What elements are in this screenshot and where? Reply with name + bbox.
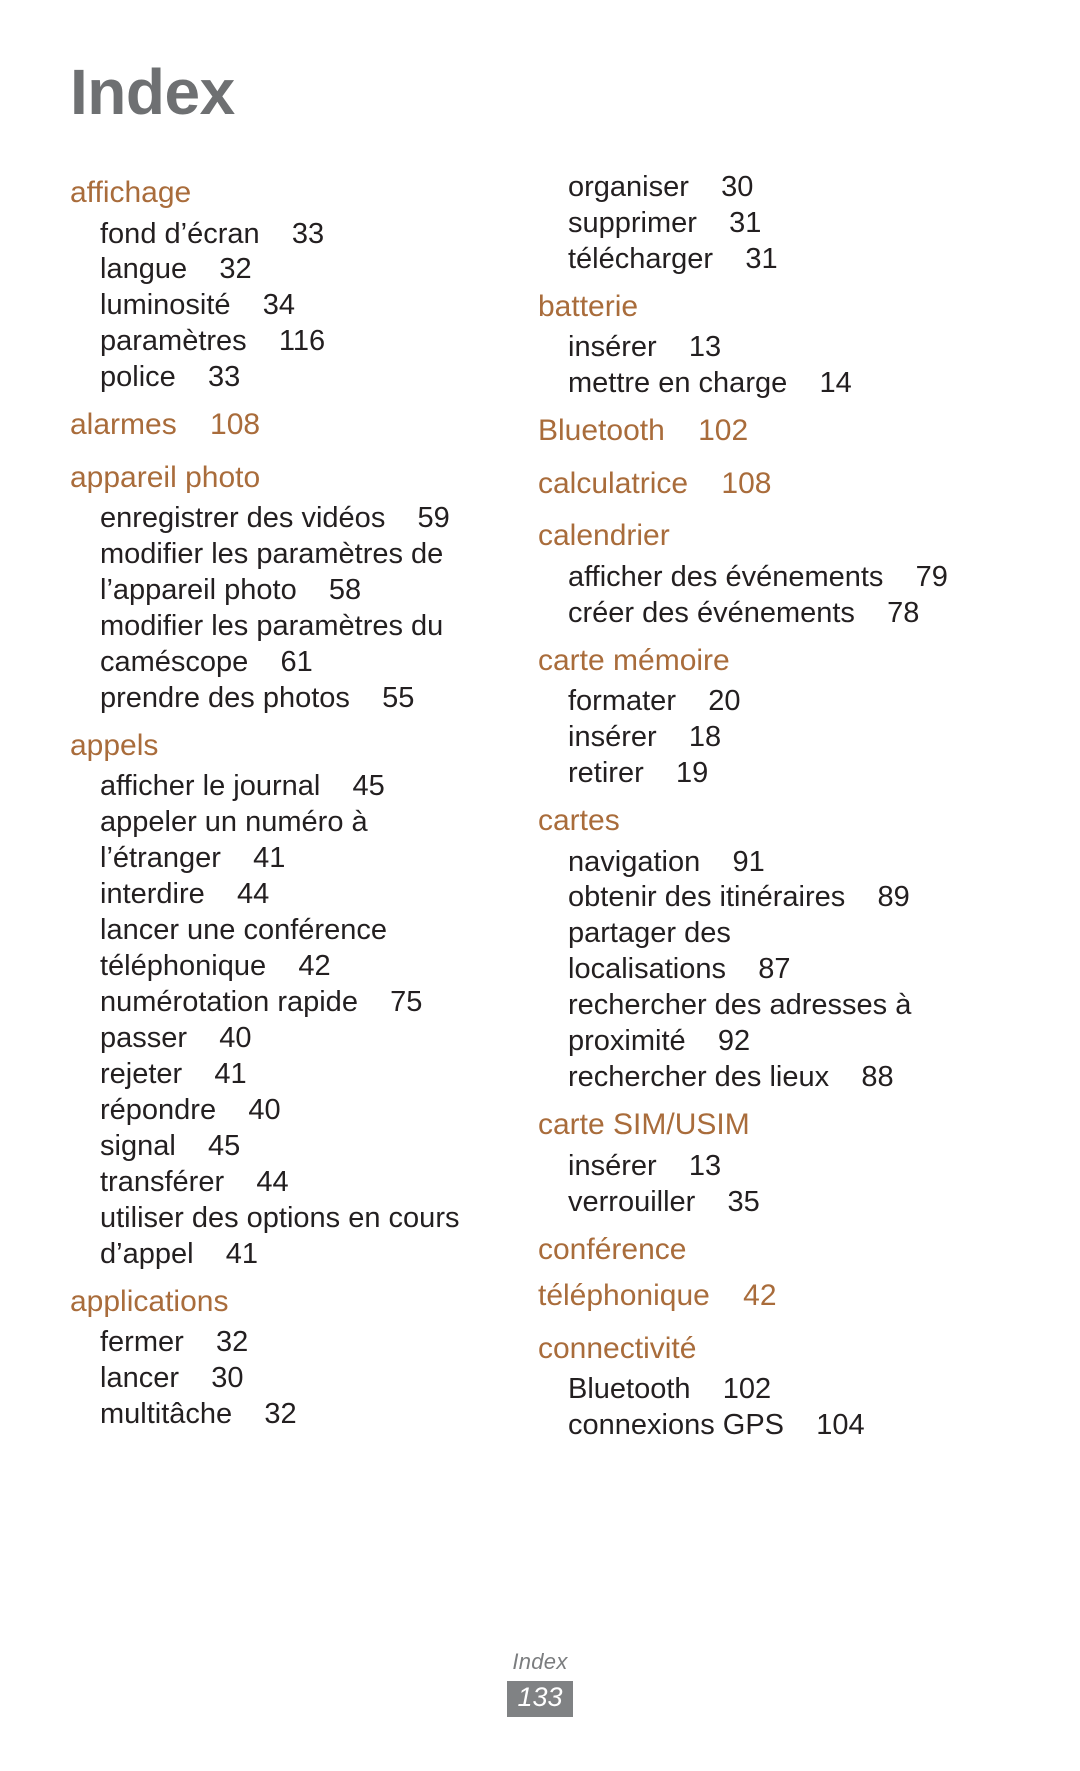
index-heading[interactable]: carte mémoire <box>538 638 978 685</box>
index-group: alarmes 108 <box>70 402 510 449</box>
index-group: organiser 30 supprimer 31 télécharger 31 <box>538 170 978 278</box>
index-group: carte SIM/USIM insérer 13 verrouiller 35 <box>538 1102 978 1220</box>
index-heading[interactable]: Bluetooth 102 <box>538 408 978 455</box>
index-entry[interactable]: partager des localisations 87 <box>538 916 978 988</box>
index-entry[interactable]: insérer 18 <box>538 720 978 756</box>
index-entry[interactable]: verrouiller 35 <box>538 1185 978 1221</box>
index-entry[interactable]: mettre en charge 14 <box>538 366 978 402</box>
page-title: Index <box>70 56 235 128</box>
index-column-right: organiser 30 supprimer 31 télécharger 31 ba… <box>538 170 978 1446</box>
index-heading[interactable]: carte SIM/USIM <box>538 1102 978 1149</box>
index-entry[interactable]: appeler un numéro à l’étranger 41 <box>70 805 510 877</box>
index-entry[interactable]: rejeter 41 <box>70 1057 510 1093</box>
index-entry[interactable]: rechercher des adresses à proximité 92 <box>538 988 978 1060</box>
index-group: calendrier afficher des événements 79 crée… <box>538 513 978 631</box>
index-heading[interactable]: applications <box>70 1279 510 1326</box>
index-entry[interactable]: supprimer 31 <box>538 206 978 242</box>
index-entry[interactable]: créer des événements 78 <box>538 596 978 632</box>
index-entry[interactable]: transférer 44 <box>70 1165 510 1201</box>
index-group: appareil photo enregistrer des vidéos 59 m… <box>70 455 510 717</box>
index-heading[interactable]: appareil photo <box>70 455 510 502</box>
index-column-left: affichage fond d’écran 33 langue 32 luminos… <box>70 170 510 1435</box>
index-page: Index affichage fond d’écran 33 langue 32 l… <box>0 0 1080 1771</box>
index-entry[interactable]: passer 40 <box>70 1021 510 1057</box>
index-entry[interactable]: enregistrer des vidéos 59 <box>70 501 510 537</box>
index-entry[interactable]: télécharger 31 <box>538 242 978 278</box>
footer-label: Index <box>512 1649 568 1675</box>
index-entry[interactable]: rechercher des lieux 88 <box>538 1060 978 1096</box>
index-entry[interactable]: insérer 13 <box>538 330 978 366</box>
index-heading[interactable]: calendrier <box>538 513 978 560</box>
index-entry[interactable]: signal 45 <box>70 1129 510 1165</box>
index-heading[interactable]: appels <box>70 723 510 770</box>
page-footer: Index 133 <box>0 1649 1080 1717</box>
index-heading[interactable]: conférence téléphonique 42 <box>538 1227 978 1320</box>
index-group: conférence téléphonique 42 <box>538 1227 978 1320</box>
index-group: affichage fond d’écran 33 langue 32 luminos… <box>70 170 510 396</box>
index-entry[interactable]: afficher des événements 79 <box>538 560 978 596</box>
index-entry[interactable]: lancer 30 <box>70 1361 510 1397</box>
index-entry[interactable]: police 33 <box>70 360 510 396</box>
index-entry[interactable]: Bluetooth 102 <box>538 1372 978 1408</box>
index-entry[interactable]: répondre 40 <box>70 1093 510 1129</box>
index-entry[interactable]: numérotation rapide 75 <box>70 985 510 1021</box>
index-heading[interactable]: cartes <box>538 798 978 845</box>
index-entry[interactable]: paramètres 116 <box>70 324 510 360</box>
index-heading[interactable]: batterie <box>538 284 978 331</box>
index-entry[interactable]: insérer 13 <box>538 1149 978 1185</box>
index-heading[interactable]: alarmes 108 <box>70 402 510 449</box>
index-group: cartes navigation 91 obtenir des itinérair… <box>538 798 978 1096</box>
index-group: applications fermer 32 lancer 30 multitâche… <box>70 1279 510 1433</box>
index-group: appels afficher le journal 45 appeler un n… <box>70 723 510 1273</box>
index-entry[interactable]: retirer 19 <box>538 756 978 792</box>
index-entry[interactable]: obtenir des itinéraires 89 <box>538 880 978 916</box>
index-entry[interactable]: luminosité 34 <box>70 288 510 324</box>
index-entry[interactable]: connexions GPS 104 <box>538 1408 978 1444</box>
index-heading[interactable]: calculatrice 108 <box>538 461 978 508</box>
index-group: carte mémoire formater 20 insérer 18 retire… <box>538 638 978 792</box>
index-group: Bluetooth 102 <box>538 408 978 455</box>
index-group: connectivité Bluetooth 102 connexions GPS … <box>538 1326 978 1444</box>
index-entry[interactable]: organiser 30 <box>538 170 978 206</box>
index-entry[interactable]: afficher le journal 45 <box>70 769 510 805</box>
index-group: batterie insérer 13 mettre en charge 14 <box>538 284 978 402</box>
index-entry[interactable]: prendre des photos 55 <box>70 681 510 717</box>
index-entry[interactable]: lancer une conférence téléphonique 42 <box>70 913 510 985</box>
index-entry[interactable]: langue 32 <box>70 252 510 288</box>
footer-page-number: 133 <box>507 1681 573 1717</box>
index-entry[interactable]: interdire 44 <box>70 877 510 913</box>
index-heading[interactable]: connectivité <box>538 1326 978 1373</box>
index-entry[interactable]: modifier les paramètres de l’appareil ph… <box>70 537 510 609</box>
index-entry[interactable]: fond d’écran 33 <box>70 217 510 253</box>
index-entry[interactable]: modifier les paramètres du caméscope 61 <box>70 609 510 681</box>
index-entry[interactable]: navigation 91 <box>538 845 978 881</box>
index-entry[interactable]: utiliser des options en cours d’appel 41 <box>70 1201 510 1273</box>
index-columns: affichage fond d’écran 33 langue 32 luminos… <box>70 170 1010 1446</box>
index-entry[interactable]: fermer 32 <box>70 1325 510 1361</box>
index-entry[interactable]: formater 20 <box>538 684 978 720</box>
index-group: calculatrice 108 <box>538 461 978 508</box>
index-heading[interactable]: affichage <box>70 170 510 217</box>
index-entry[interactable]: multitâche 32 <box>70 1397 510 1433</box>
